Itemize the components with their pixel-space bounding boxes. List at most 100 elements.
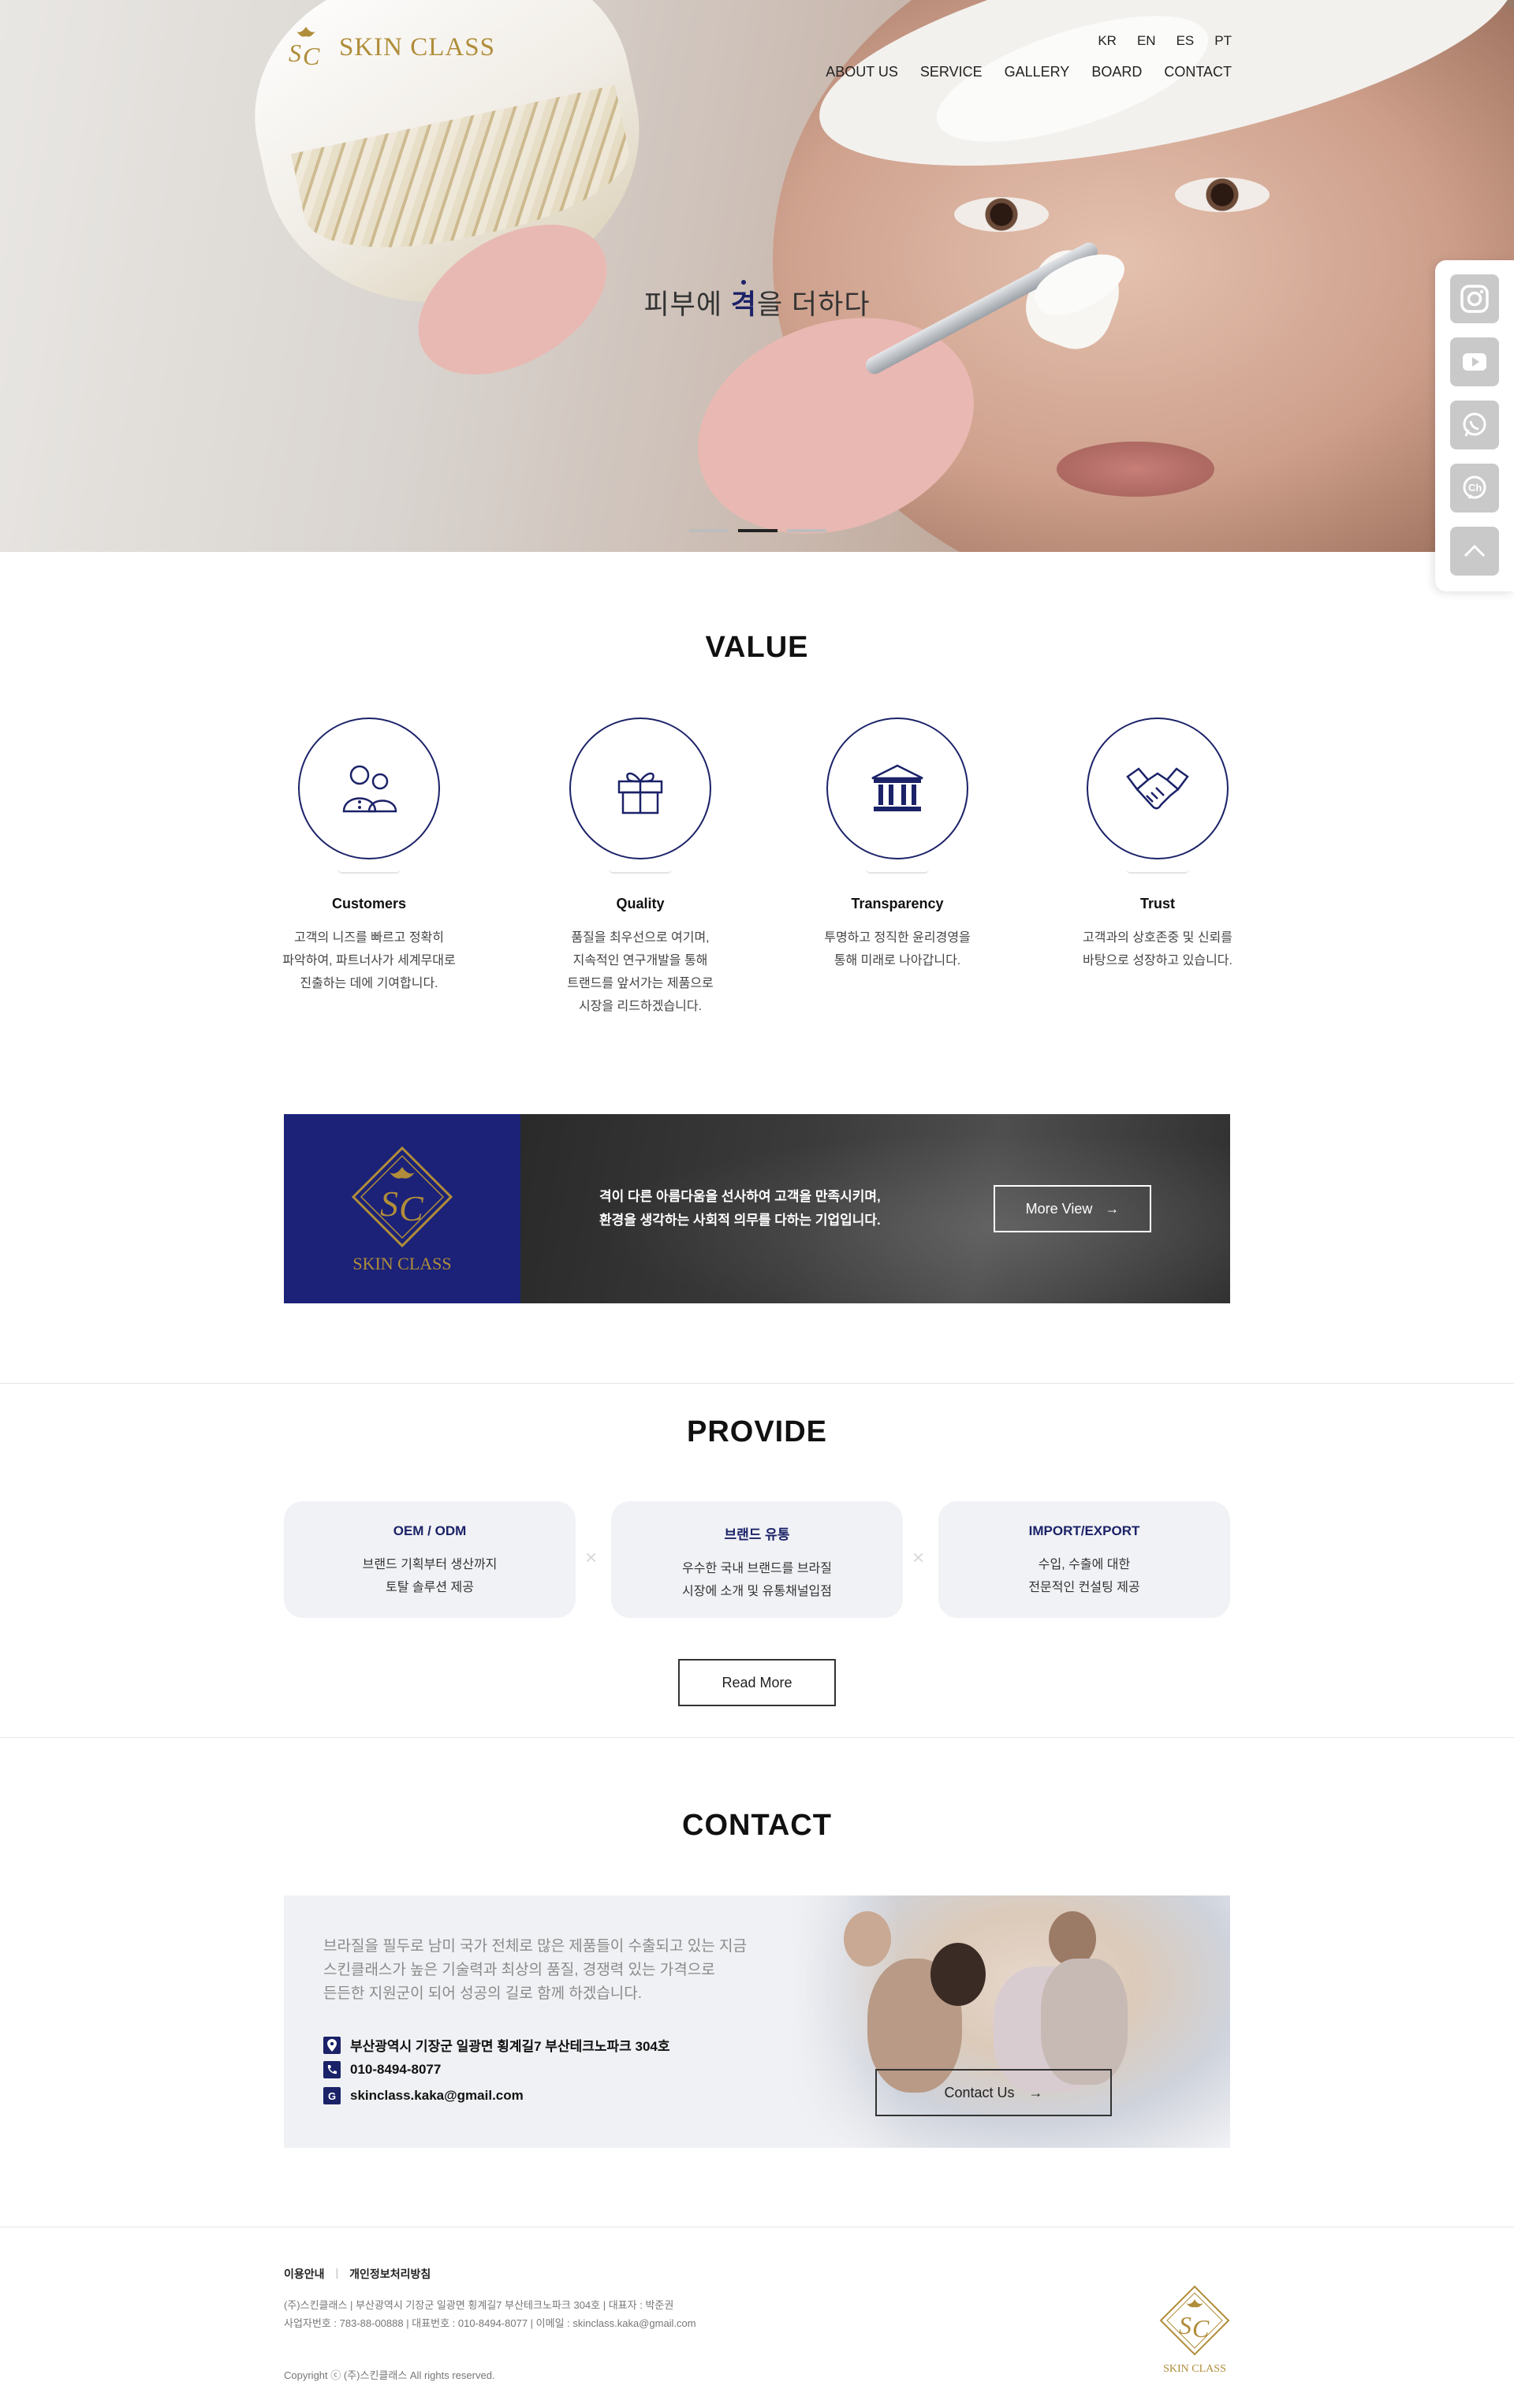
contact-us-label: Contact Us (944, 2084, 1015, 2100)
lang-pt[interactable]: PT (1214, 33, 1232, 49)
youtube-glyph (1463, 353, 1486, 371)
skin-class-logo-icon: S C (289, 27, 320, 70)
contact-intro: 브라질을 필두로 남미 국가 전체로 많은 제품들이 수출되고 있는 지금 스킨… (323, 1938, 747, 2002)
site-logo[interactable]: S C SKIN CLASS (282, 24, 495, 71)
nav-contact[interactable]: CONTACT (1164, 64, 1232, 80)
provide-card-desc: 브랜드 기획부터 생산까지 토탈 솔루션 제공 (362, 1558, 498, 1594)
hero-lips (1057, 442, 1214, 497)
lang-kr[interactable]: KR (1098, 33, 1117, 49)
value-circle-shadow (609, 869, 672, 874)
phone-icon (323, 2061, 341, 2078)
value-name: Customers (331, 896, 407, 911)
chevron-up-icon (1464, 544, 1486, 557)
svg-text:S: S (289, 39, 301, 67)
value-name: Transparency (851, 896, 944, 911)
banner-logo-panel: S C SKIN CLASS (284, 1114, 520, 1303)
provide-card-title: 브랜드 유통 (724, 1527, 790, 1542)
contact-title: CONTACT (682, 1809, 832, 1842)
kakao-channel-glyph: Ch (1463, 475, 1486, 499)
bank-icon (871, 764, 923, 811)
value-desc: 고객과의 상호존중 및 신뢰를 바탕으로 성장하고 있습니다. (1083, 931, 1232, 967)
hero-eye-right (1175, 177, 1270, 212)
provide-card-desc: 수입, 수출에 대한 전문적인 컨설팅 제공 (1028, 1558, 1140, 1594)
quick-menu: Ch (1435, 260, 1514, 591)
kakao-channel-icon[interactable]: Ch (1450, 464, 1499, 513)
banner-text: 격이 다른 아름다움을 선사하여 고객을 만족시키며, 환경을 생각하는 사회적… (599, 1189, 881, 1228)
arrow-right-icon: → (1105, 1200, 1120, 1217)
value-name: Trust (1139, 896, 1175, 911)
value-circle (569, 718, 711, 859)
contact-address: 부산광역시 기장군 일광면 횡계길7 부산테크노파크 304호 (323, 2035, 670, 2055)
value-title: VALUE (705, 631, 809, 664)
svg-text:Ch: Ch (1468, 482, 1482, 494)
value-name: Quality (616, 896, 665, 911)
footer-links: 이용안내 | 개인정보처리방침 (284, 2266, 431, 2282)
logo-text: SKIN CLASS (339, 32, 495, 62)
skin-class-emblem-icon: S C (1159, 2285, 1230, 2356)
svg-text:C: C (399, 1188, 424, 1228)
footer-link-privacy[interactable]: 개인정보처리방침 (349, 2266, 431, 2282)
footer-link-separator: | (335, 2266, 339, 2279)
contact-box: 브라질을 필두로 남미 국가 전체로 많은 제품들이 수출되고 있는 지금 스킨… (284, 1895, 1230, 2148)
lang-es[interactable]: ES (1177, 33, 1195, 49)
footer-link-terms[interactable]: 이용안내 (284, 2266, 325, 2282)
value-item-trust: Trust 고객과의 상호존중 및 신뢰를 바탕으로 성장하고 있습니다. (1039, 718, 1276, 972)
scroll-top-icon[interactable] (1450, 527, 1499, 576)
more-view-button[interactable]: More View → (994, 1185, 1151, 1232)
provide-separator-icon: × (585, 1545, 598, 1569)
svg-text:C: C (303, 42, 320, 70)
provide-separator-icon: × (912, 1545, 925, 1569)
provide-title: PROVIDE (686, 1415, 828, 1448)
value-item-customers: Customers 고객의 니즈를 빠르고 정확히 파악하여, 파트너사가 세계… (251, 718, 487, 995)
svg-text:C: C (1192, 2314, 1210, 2343)
main-nav: ABOUT US SERVICE GALLERY BOARD CONTACT (826, 64, 1232, 80)
youtube-icon[interactable] (1450, 337, 1499, 386)
contact-email: G skinclass.kaka@gmail.com (323, 2087, 524, 2104)
nav-gallery[interactable]: GALLERY (1005, 64, 1070, 80)
section-divider (0, 1737, 1514, 1738)
hero-slide-pager (689, 529, 826, 532)
whatsapp-icon[interactable] (1450, 401, 1499, 449)
photo-person (930, 1943, 986, 2006)
contact-email-text: skinclass.kaka@gmail.com (350, 2088, 524, 2103)
instagram-icon[interactable] (1450, 274, 1499, 323)
provide-card-title: OEM / ODM (393, 1523, 467, 1538)
hero-copy-after: 을 더하다 (757, 289, 871, 320)
value-circle-shadow (1126, 869, 1189, 874)
provide-card-brand: 브랜드 유통 우수한 국내 브랜드를 브라질 시장에 소개 및 유통채널입점 (611, 1501, 903, 1618)
read-more-button[interactable]: Read More (678, 1659, 836, 1706)
svg-text:S: S (1179, 2311, 1191, 2339)
arrow-right-icon: → (1028, 2084, 1043, 2100)
nav-about-us[interactable]: ABOUT US (826, 64, 898, 80)
instagram-glyph (1460, 285, 1489, 313)
lang-en[interactable]: EN (1137, 33, 1156, 49)
value-desc: 품질을 최우선으로 여기며, 지속적인 연구개발을 통해 트랜드를 앞서가는 제… (567, 931, 714, 1013)
hero-eye-left (954, 197, 1049, 232)
footer-company-info: (주)스킨클래스 | 부산광역시 기장군 일광면 횡계길7 부산테크노파크 30… (284, 2299, 696, 2329)
value-circle (826, 718, 968, 859)
section-divider (0, 1383, 1514, 1384)
slide-dot-1[interactable] (689, 529, 729, 532)
banner-logo-text: SKIN CLASS (352, 1254, 452, 1273)
hero-copy-accent: 격 (730, 289, 757, 320)
contact-us-button[interactable]: Contact Us → (875, 2069, 1112, 2116)
value-circle-shadow (866, 869, 929, 874)
contact-phone: 010-8494-8077 (323, 2061, 441, 2078)
value-item-quality: Quality 품질을 최우선으로 여기며, 지속적인 연구개발을 통해 트랜드… (522, 718, 759, 1018)
slide-dot-3[interactable] (787, 529, 826, 532)
svg-text:S: S (380, 1183, 398, 1224)
provide-card-oem: OEM / ODM 브랜드 기획부터 생산까지 토탈 솔루션 제공 (284, 1501, 576, 1618)
value-desc: 고객의 니즈를 빠르고 정확히 파악하여, 파트너사가 세계무대로 진출하는 데… (282, 931, 456, 990)
slide-dot-2[interactable] (738, 529, 778, 532)
hero-banner: S C SKIN CLASS KR EN ES PT ABOUT US SERV… (0, 0, 1514, 552)
contact-phone-text: 010-8494-8077 (350, 2062, 442, 2077)
photo-person (1041, 1959, 1128, 2085)
company-banner: S C SKIN CLASS 격이 다른 아름다움을 선사하여 고객을 만족시키… (284, 1114, 1230, 1303)
value-circle-shadow (337, 869, 401, 874)
contact-address-text: 부산광역시 기장군 일광면 횡계길7 부산테크노파크 304호 (350, 2039, 670, 2054)
nav-service[interactable]: SERVICE (920, 64, 983, 80)
handshake-icon (1126, 767, 1189, 810)
nav-board[interactable]: BOARD (1091, 64, 1142, 80)
gift-icon (617, 772, 663, 814)
photo-person (844, 1911, 891, 1966)
